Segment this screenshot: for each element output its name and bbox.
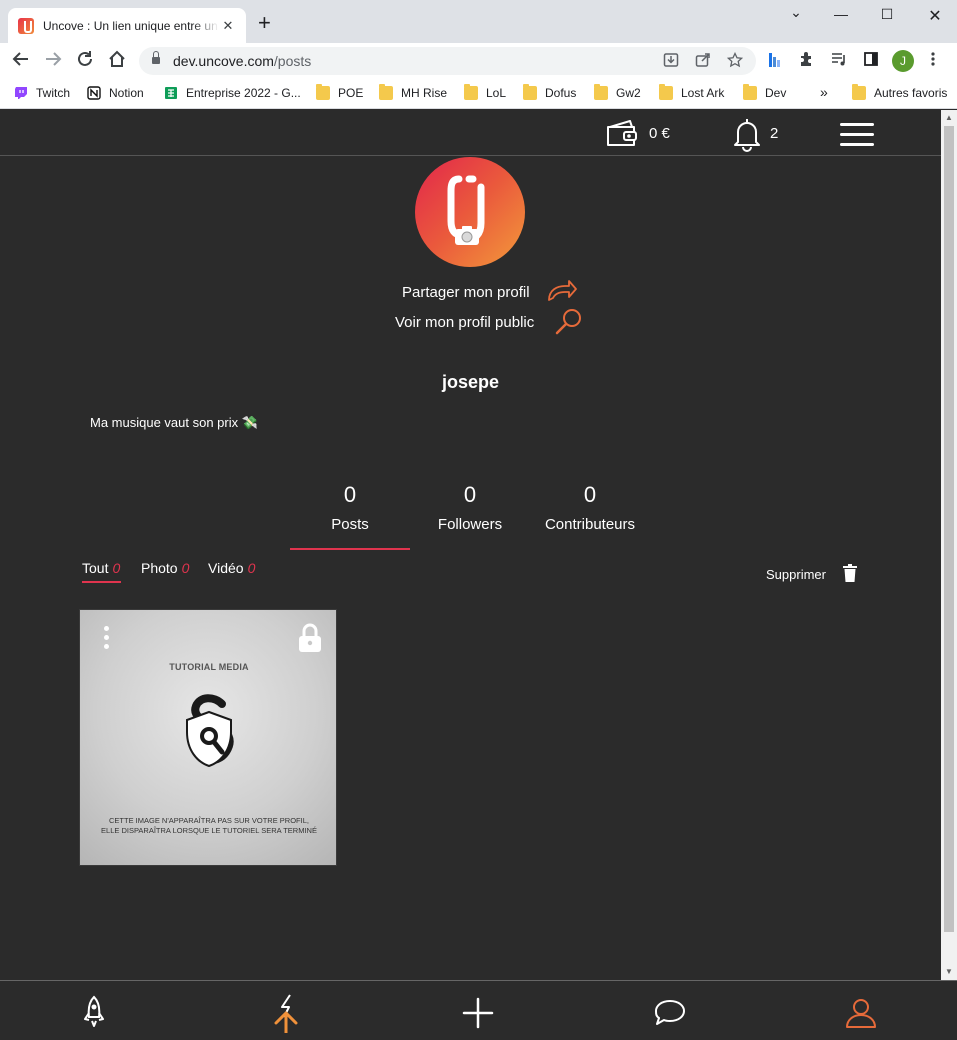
post-tutorial-note: CETTE IMAGE N'APPARAÎTRA PAS SUR VOTRE P… <box>101 816 317 835</box>
window-maximize-button[interactable]: ☐ <box>872 6 902 23</box>
folder-icon <box>743 84 757 100</box>
hamburger-menu-icon[interactable] <box>840 123 874 147</box>
window-minimize-button[interactable]: — <box>826 6 856 22</box>
browser-menu-icon[interactable] <box>930 51 936 71</box>
app-header: 0 € 2 <box>0 110 941 156</box>
filter-tout[interactable]: Tout 0 <box>82 560 120 576</box>
address-bar[interactable]: dev.uncove.com/posts <box>139 47 756 75</box>
window-close-button[interactable]: ✕ <box>920 6 950 26</box>
bookmark-notion[interactable]: Notion <box>87 86 144 100</box>
media-control-icon[interactable] <box>831 51 847 71</box>
active-stat-underline <box>290 548 410 550</box>
uncove-favicon-icon <box>18 17 34 34</box>
side-panel-icon[interactable] <box>863 51 879 71</box>
folder-icon <box>594 84 608 100</box>
filter-photo[interactable]: Photo 0 <box>141 560 189 576</box>
bookmark-star-icon[interactable] <box>726 51 744 71</box>
browser-tab[interactable]: Uncove : Un lien unique entre un ✕ <box>8 8 246 43</box>
tab-title: Uncove : Un lien unique entre un <box>43 18 218 33</box>
folder-icon <box>852 84 866 100</box>
bookmarks-bar: Twitch Notion Entreprise 2022 - G... POE… <box>0 79 957 109</box>
browser-profile-avatar[interactable]: J <box>892 50 914 72</box>
bookmark-folder-dofus[interactable]: Dofus <box>523 84 576 100</box>
app-viewport: 0 € 2 Partager mon profil Voir mon profi… <box>0 110 941 980</box>
twitch-icon <box>15 87 27 99</box>
add-icon[interactable] <box>458 993 498 1033</box>
magnifier-icon[interactable] <box>554 307 584 337</box>
tab-close-button[interactable]: ✕ <box>220 18 236 34</box>
folder-icon <box>523 84 537 100</box>
post-title: TUTORIAL MEDIA <box>169 662 249 672</box>
more-options-icon[interactable] <box>104 626 110 650</box>
profile-user-icon[interactable] <box>841 993 881 1033</box>
bookmark-other-favorites[interactable]: Autres favoris <box>852 84 947 100</box>
folder-icon <box>316 84 330 100</box>
tab-search-chevron-icon[interactable]: ⌄ <box>781 4 811 21</box>
upload-flash-icon[interactable] <box>266 993 306 1033</box>
bookmark-folder-lost-ark[interactable]: Lost Ark <box>659 84 724 100</box>
back-arrow-icon[interactable] <box>10 50 32 72</box>
page-scrollbar[interactable]: ▲ ▼ <box>941 110 957 980</box>
sheets-icon <box>165 87 177 99</box>
bookmark-folder-dev[interactable]: Dev <box>743 84 786 100</box>
profile-username: josepe <box>441 372 500 392</box>
uncove-logo-icon <box>447 175 485 245</box>
stat-followers-count: 0 <box>463 482 477 507</box>
folder-icon <box>464 84 478 100</box>
notion-icon <box>87 86 101 100</box>
lock-icon <box>152 51 160 65</box>
reload-icon[interactable] <box>74 50 96 72</box>
extensions-puzzle-icon[interactable] <box>799 51 815 71</box>
folder-icon <box>659 84 673 100</box>
active-filter-underline <box>82 581 121 583</box>
share-arrow-icon[interactable] <box>546 278 578 304</box>
stat-contributeurs-count: 0 <box>583 482 597 507</box>
notification-count[interactable]: 2 <box>770 125 778 142</box>
bookmarks-overflow-chevron-icon[interactable]: » <box>820 84 828 100</box>
profile-bio: Ma musique vaut son prix 💸 <box>90 415 258 430</box>
stat-posts[interactable]: 0 Posts <box>290 482 410 533</box>
scrollbar-thumb[interactable] <box>944 126 954 932</box>
scroll-down-arrow-icon[interactable]: ▼ <box>945 967 953 976</box>
bookmark-folder-poe[interactable]: POE <box>316 84 363 100</box>
filter-video[interactable]: Vidéo 0 <box>208 560 255 576</box>
install-app-icon[interactable] <box>663 52 679 71</box>
wallet-icon[interactable] <box>604 119 638 147</box>
post-card[interactable]: TUTORIAL MEDIA CETTE IMAGE N'APPARAÎTRA … <box>79 609 337 866</box>
stat-contributeurs-label: Contributeurs <box>544 516 636 533</box>
browser-toolbar: dev.uncove.com/posts <box>0 43 957 79</box>
rocket-icon[interactable] <box>74 993 114 1033</box>
wallet-balance[interactable]: 0 € <box>649 125 670 142</box>
trash-icon[interactable] <box>843 564 857 582</box>
folder-icon <box>379 84 393 100</box>
bell-icon[interactable] <box>730 116 764 152</box>
lock-icon <box>299 623 321 652</box>
tutorial-logo-icon <box>186 694 234 768</box>
avatar[interactable] <box>415 157 525 267</box>
stat-contributeurs[interactable]: 0 Contributeurs <box>530 482 650 533</box>
scroll-up-arrow-icon[interactable]: ▲ <box>945 113 953 122</box>
bottom-navigation <box>0 980 957 1040</box>
browser-tab-strip: Uncove : Un lien unique entre un ✕ + ⌄ —… <box>0 0 957 43</box>
share-icon[interactable] <box>695 52 711 71</box>
new-tab-button[interactable]: + <box>258 12 271 34</box>
url-text: dev.uncove.com/posts <box>173 53 312 69</box>
chat-bubble-icon[interactable] <box>650 993 690 1033</box>
bookmark-twitch[interactable]: Twitch <box>14 86 70 100</box>
share-profile-link[interactable]: Partager mon profil <box>402 284 530 301</box>
bookmark-entreprise[interactable]: Entreprise 2022 - G... <box>164 86 301 100</box>
stat-followers[interactable]: 0 Followers <box>410 482 530 533</box>
public-profile-link[interactable]: Voir mon profil public <box>395 314 534 331</box>
stat-followers-label: Followers <box>437 516 503 533</box>
stat-posts-count: 0 <box>343 482 357 507</box>
bookmark-folder-mh-rise[interactable]: MH Rise <box>379 84 447 100</box>
extension-b-icon[interactable] <box>766 51 782 73</box>
bookmark-folder-lol[interactable]: LoL <box>464 84 506 100</box>
bookmark-folder-gw2[interactable]: Gw2 <box>594 84 641 100</box>
forward-arrow-icon[interactable] <box>42 50 64 72</box>
stat-posts-label: Posts <box>331 516 369 533</box>
home-icon[interactable] <box>106 50 128 72</box>
delete-button[interactable]: Supprimer <box>766 567 826 582</box>
